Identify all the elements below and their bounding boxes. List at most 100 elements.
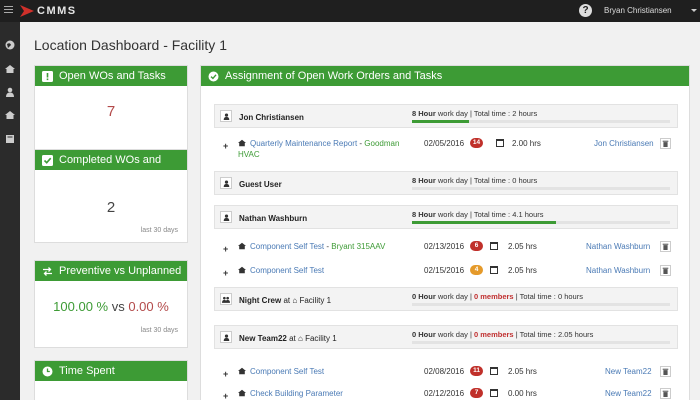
clock-icon (42, 366, 53, 376)
task-name[interactable]: Component Self Test - Bryant 315AAV (250, 242, 385, 251)
group-stats: 0 Hour work day | 0 members | Total time… (412, 330, 594, 339)
plus-icon[interactable]: + (223, 141, 228, 151)
plus-icon[interactable]: + (223, 268, 228, 278)
group-name: Night Crew at ⌂ Facility 1 (239, 296, 332, 305)
user-icon (220, 211, 232, 223)
trash-icon[interactable] (660, 138, 671, 149)
plus-icon[interactable]: + (223, 244, 228, 254)
unplanned-value: 0.00 % (128, 299, 169, 314)
task-assignee[interactable]: Nathan Washburn (586, 242, 650, 251)
workload-progress-bar (412, 303, 670, 306)
task-row[interactable]: + Component Self Test - Bryant 315AAV 02… (214, 237, 678, 261)
group-stats: 8 Hour work day | Total time : 0 hours (412, 176, 538, 185)
users-icon (220, 293, 232, 305)
calendar-icon[interactable] (490, 242, 498, 250)
overdue-badge: 4 (470, 265, 483, 275)
task-assignee[interactable]: New Team22 (605, 367, 652, 376)
time-spent-title: Time Spent (59, 365, 115, 377)
user-icon[interactable] (5, 87, 15, 97)
group-name: New Team22 at ⌂ Facility 1 (239, 334, 337, 343)
completed-wos-title: Completed WOs and (59, 154, 162, 166)
assignee-group-row[interactable]: Guest User 8 Hour work day | Total time … (214, 171, 678, 195)
help-icon[interactable]: ? (579, 4, 592, 17)
task-name[interactable]: Check Building Parameter (250, 389, 343, 398)
assignment-header: Assignment of Open Work Orders and Tasks (201, 66, 689, 86)
overdue-badge: 11 (470, 366, 483, 376)
plus-icon[interactable]: + (223, 391, 228, 400)
trash-icon[interactable] (660, 388, 671, 399)
task-hours: 2.00 hrs (512, 139, 541, 148)
assignment-title: Assignment of Open Work Orders and Tasks (225, 70, 443, 82)
completed-wos-widget: Completed WOs and 2 last 30 days (34, 149, 188, 243)
open-wos-count[interactable]: 7 (35, 103, 187, 120)
task-hours: 2.05 hrs (508, 266, 537, 275)
workload-progress-bar (412, 187, 670, 190)
check-circle-icon (208, 71, 219, 81)
preventive-widget: Preventive vs Unplanned 100.00 % vs 0.00… (34, 260, 188, 348)
calendar-icon[interactable] (496, 139, 504, 147)
home-icon[interactable] (5, 110, 15, 120)
task-name[interactable]: Component Self Test (250, 266, 324, 275)
calendar-icon[interactable] (490, 367, 498, 375)
time-spent-widget: Time Spent (34, 360, 188, 400)
task-assignee[interactable]: Nathan Washburn (586, 266, 650, 275)
book-icon[interactable] (5, 134, 15, 144)
user-icon (220, 110, 232, 122)
task-assignee[interactable]: Jon Christiansen (594, 139, 654, 148)
workload-progress-bar (412, 341, 670, 344)
completed-wos-header: Completed WOs and (35, 150, 187, 170)
task-hours: 2.05 hrs (508, 242, 537, 251)
workload-progress-fill (412, 120, 469, 123)
team-group-row[interactable]: Night Crew at ⌂ Facility 1 0 Hour work d… (214, 287, 678, 311)
task-name[interactable]: Quarterly Maintenance Report - Goodman (250, 139, 399, 148)
preventive-header: Preventive vs Unplanned (35, 261, 187, 281)
trash-icon[interactable] (660, 265, 671, 276)
task-name[interactable]: Component Self Test (250, 367, 324, 376)
preventive-note: last 30 days (140, 327, 178, 334)
plus-icon[interactable]: + (223, 369, 228, 379)
assignee-group-row[interactable]: Nathan Washburn 8 Hour work day | Total … (214, 205, 678, 229)
task-date: 02/12/2016 (424, 389, 465, 398)
brand-logo[interactable]: CMMS (20, 4, 77, 18)
calendar-icon[interactable] (490, 266, 498, 274)
completed-wos-count[interactable]: 2 (35, 199, 187, 216)
menu-icon[interactable] (4, 6, 13, 15)
overdue-badge: 6 (470, 241, 483, 251)
trash-icon[interactable] (660, 366, 671, 377)
group-stats: 8 Hour work day | Total time : 4.1 hours (412, 210, 544, 219)
calendar-icon[interactable] (490, 389, 498, 397)
exclamation-icon (42, 70, 53, 82)
exchange-icon (43, 266, 52, 276)
home-icon[interactable] (5, 64, 15, 74)
user-name[interactable]: Bryan Christiansen (604, 6, 672, 15)
sidebar (0, 22, 20, 400)
group-name: Guest User (239, 180, 282, 189)
task-date: 02/15/2016 (424, 266, 465, 275)
brand-text: CMMS (37, 5, 77, 17)
task-assignee[interactable]: New Team22 (605, 389, 652, 398)
chevron-down-icon[interactable] (691, 9, 697, 12)
task-row[interactable]: + Component Self Test 02/15/2016 4 2.05 … (214, 261, 678, 285)
team-group-row[interactable]: New Team22 at ⌂ Facility 1 0 Hour work d… (214, 325, 678, 349)
open-wos-widget: Open WOs and Tasks 7 (34, 65, 188, 155)
task-date: 02/05/2016 (424, 139, 465, 148)
preventive-values: 100.00 % vs 0.00 % (35, 299, 187, 314)
assignee-group-row[interactable]: Jon Christiansen 8 Hour work day | Total… (214, 104, 678, 128)
task-asset-line2[interactable]: HVAC (238, 150, 260, 159)
time-spent-header: Time Spent (35, 361, 187, 381)
preventive-title: Preventive vs Unplanned (59, 265, 182, 277)
page-title: Location Dashboard - Facility 1 (34, 37, 227, 53)
home-icon (238, 367, 246, 375)
completed-wos-note: last 30 days (140, 227, 178, 234)
cmms-logo-icon (20, 5, 34, 17)
task-row[interactable]: + Component Self Test 02/08/2016 11 2.05… (214, 362, 678, 386)
open-wos-header: Open WOs and Tasks (35, 66, 187, 86)
workload-progress-bar (412, 120, 670, 123)
globe-icon[interactable] (5, 40, 15, 50)
task-row[interactable]: + Check Building Parameter 02/12/2016 7 … (214, 384, 678, 400)
overdue-badge: 7 (470, 388, 483, 398)
task-row[interactable]: + Quarterly Maintenance Report - Goodman… (214, 134, 678, 166)
workload-progress-fill (412, 221, 557, 224)
trash-icon[interactable] (660, 241, 671, 252)
task-hours: 2.05 hrs (508, 367, 537, 376)
